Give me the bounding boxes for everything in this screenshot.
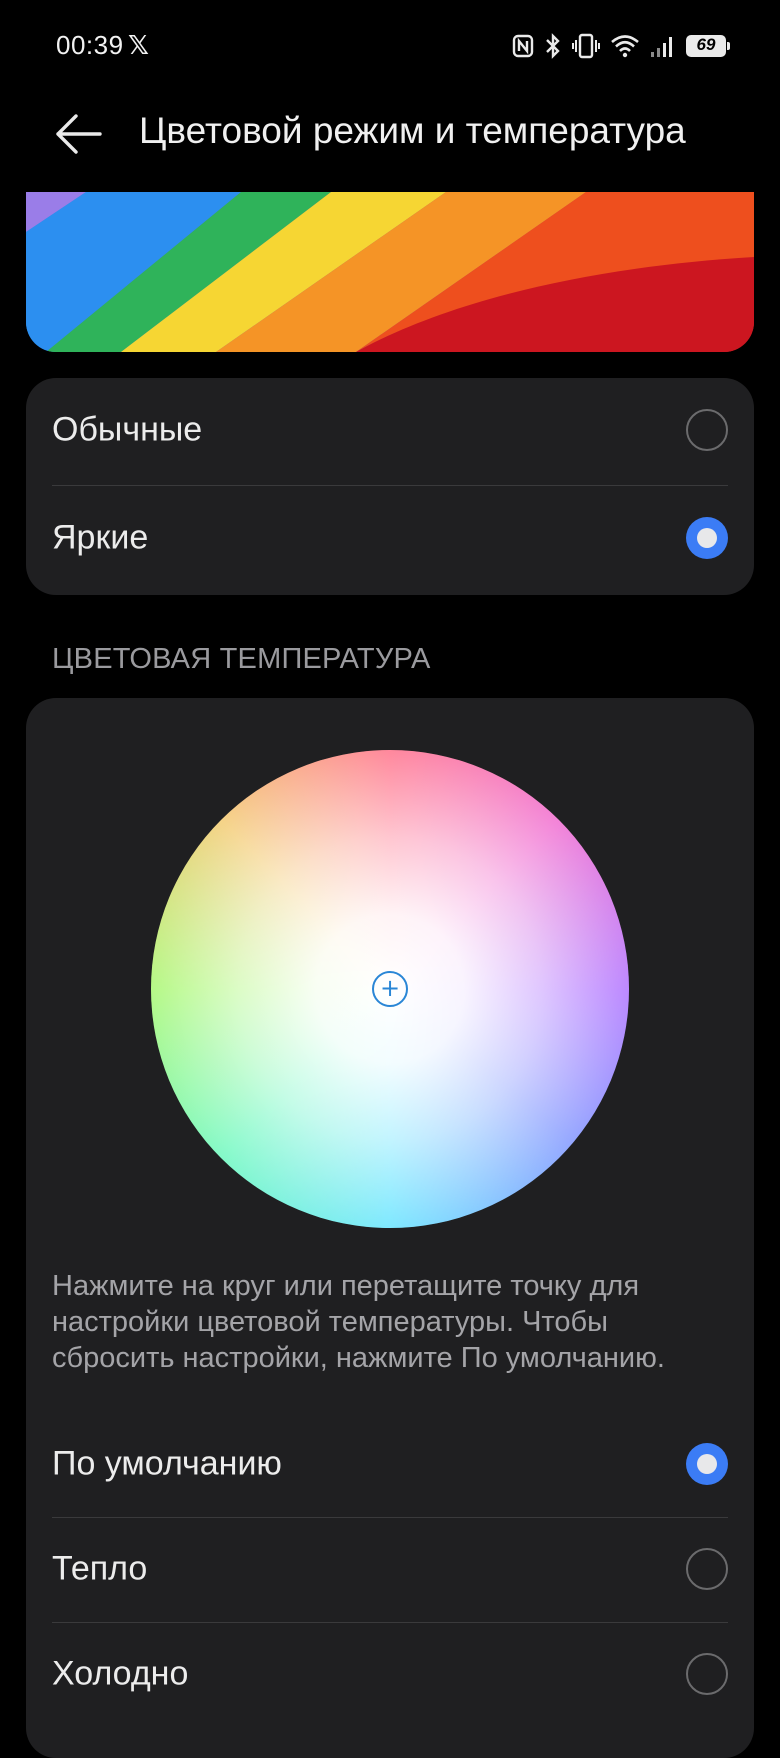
option-default-label: По умолчанию bbox=[52, 1444, 282, 1483]
option-cold[interactable]: Холодно bbox=[52, 1622, 728, 1726]
vibrate-icon bbox=[572, 33, 600, 59]
option-warm-label: Тепло bbox=[52, 1549, 148, 1588]
option-warm-radio[interactable] bbox=[686, 1548, 728, 1590]
color-wheel[interactable]: + bbox=[151, 750, 629, 1228]
nfc-icon bbox=[512, 34, 534, 58]
header: Цветовой режим и температура bbox=[0, 92, 780, 192]
color-temperature-card: + Нажмите на круг или перетащите точку д… bbox=[26, 698, 754, 1758]
color-wheel-handle-icon[interactable]: + bbox=[372, 971, 408, 1007]
option-normal-radio[interactable] bbox=[686, 409, 728, 451]
x-app-icon: 𝕏 bbox=[128, 30, 149, 60]
status-time: 00:39 bbox=[56, 30, 124, 60]
arrow-left-icon bbox=[56, 114, 102, 154]
option-vivid-label: Яркие bbox=[52, 518, 149, 557]
option-default[interactable]: По умолчанию bbox=[52, 1412, 728, 1516]
option-warm[interactable]: Тепло bbox=[52, 1517, 728, 1621]
battery-icon: 69 bbox=[686, 35, 730, 57]
preview-image bbox=[26, 192, 754, 352]
option-normal-label: Обычные bbox=[52, 410, 203, 449]
option-vivid[interactable]: Яркие bbox=[52, 486, 728, 590]
option-vivid-radio[interactable] bbox=[686, 517, 728, 559]
option-cold-label: Холодно bbox=[52, 1654, 189, 1693]
status-bar: 00:39 𝕏 69 bbox=[0, 0, 780, 92]
section-title-color-temperature: ЦВЕТОВАЯ ТЕМПЕРАТУРА bbox=[52, 643, 431, 675]
option-normal[interactable]: Обычные bbox=[52, 378, 728, 482]
wifi-icon bbox=[611, 35, 639, 58]
color-temperature-hint: Нажмите на круг или перетащите точку для… bbox=[52, 1270, 665, 1374]
bluetooth-icon bbox=[546, 33, 560, 59]
battery-level: 69 bbox=[696, 35, 716, 54]
page-title: Цветовой режим и температура bbox=[139, 110, 686, 151]
signal-icon bbox=[651, 37, 672, 57]
option-default-radio[interactable] bbox=[686, 1443, 728, 1485]
status-icons: 69 bbox=[512, 30, 730, 62]
back-button[interactable] bbox=[50, 106, 106, 162]
option-cold-radio[interactable] bbox=[686, 1653, 728, 1695]
color-mode-card: Обычные Яркие bbox=[26, 378, 754, 595]
